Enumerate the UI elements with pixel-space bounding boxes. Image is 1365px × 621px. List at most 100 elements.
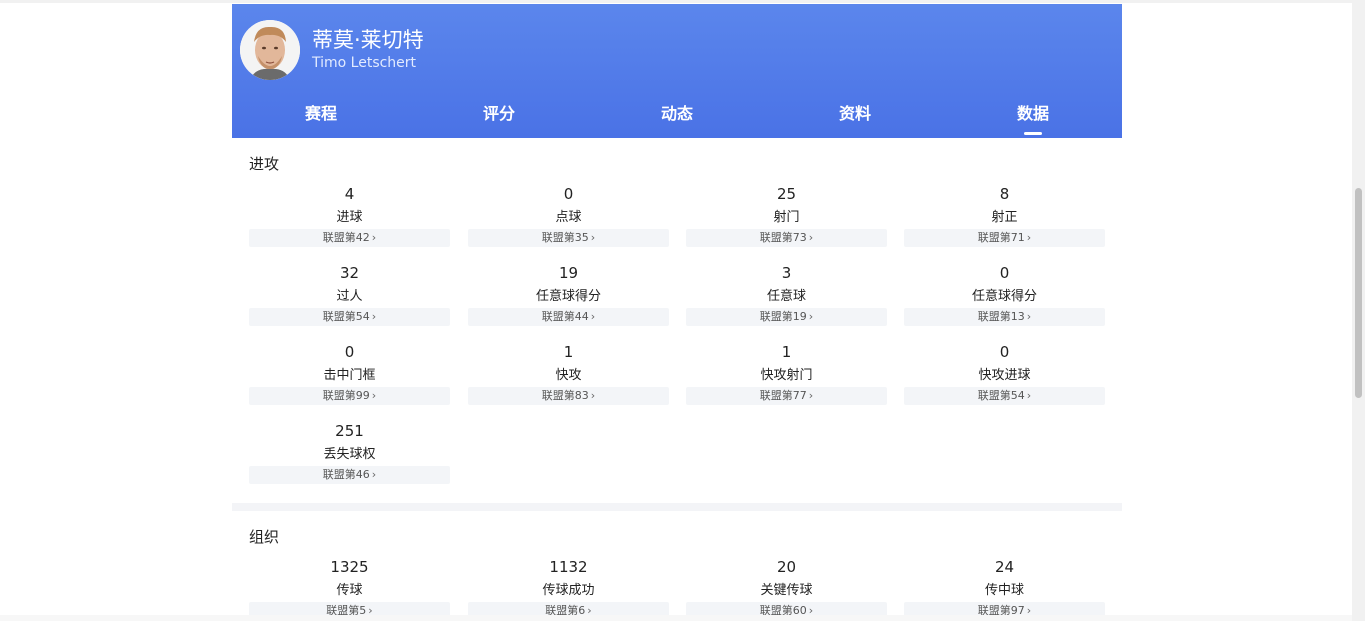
stat-value: 4 [344, 185, 355, 203]
chevron-right-icon: › [590, 389, 596, 402]
stat-value: 20 [776, 558, 797, 576]
vertical-scrollbar[interactable] [1352, 0, 1365, 621]
player-avatar [240, 20, 300, 80]
chevron-right-icon: › [590, 231, 596, 244]
chevron-right-icon: › [1026, 231, 1032, 244]
stat-label: 传球 [336, 583, 363, 598]
stat-label: 击中门框 [323, 368, 376, 383]
chevron-right-icon: › [371, 231, 377, 244]
stat-rank-link[interactable]: 联盟第83 › [468, 387, 669, 405]
tab-schedule[interactable]: 赛程 [232, 94, 410, 138]
stat-label: 任意球得分 [535, 289, 601, 304]
stat-card: 1132 传球成功 联盟第6 › [468, 558, 669, 621]
stat-label: 关键传球 [760, 583, 813, 598]
active-tab-indicator [1024, 132, 1042, 135]
chevron-right-icon: › [808, 389, 814, 402]
stat-rank-link[interactable]: 联盟第42 › [249, 229, 450, 247]
stat-rank: 联盟第83 [541, 389, 589, 402]
stat-card: 251 丢失球权 联盟第46 › [249, 422, 450, 501]
stat-card: 25 射门 联盟第73 › [686, 185, 887, 264]
stat-value: 8 [999, 185, 1010, 203]
stat-card: 1325 传球 联盟第5 › [249, 558, 450, 621]
stat-card: 19 任意球得分 联盟第44 › [468, 264, 669, 343]
stat-rank: 联盟第19 [759, 310, 807, 323]
stat-rank: 联盟第54 [977, 389, 1025, 402]
stat-card: 0 快攻进球 联盟第54 › [904, 343, 1105, 422]
stat-label: 任意球得分 [971, 289, 1037, 304]
tab-news[interactable]: 动态 [588, 94, 766, 138]
stat-value: 1 [563, 343, 574, 361]
stat-rank-link[interactable]: 联盟第54 › [904, 387, 1105, 405]
tab-rating[interactable]: 评分 [410, 94, 588, 138]
stat-rank: 联盟第99 [322, 389, 370, 402]
stat-card: 20 关键传球 联盟第60 › [686, 558, 887, 621]
stat-card: 8 射正 联盟第71 › [904, 185, 1105, 264]
stat-label: 射门 [773, 210, 800, 225]
stat-value: 0 [344, 343, 355, 361]
stat-label: 快攻进球 [978, 368, 1031, 383]
section-title-attack: 进攻 [249, 155, 280, 173]
stat-label: 传球成功 [542, 583, 595, 598]
stat-value: 0 [999, 264, 1010, 282]
player-name-cn: 蒂莫·莱切特 [312, 28, 424, 52]
tab-label: 评分 [482, 104, 515, 123]
player-page: 蒂莫·莱切特 Timo Letschert 赛程 评分 动态 资料 数据 进攻 … [232, 4, 1122, 621]
stat-rank-link[interactable]: 联盟第35 › [468, 229, 669, 247]
stat-rank-link[interactable]: 联盟第73 › [686, 229, 887, 247]
stat-rank-link[interactable]: 联盟第77 › [686, 387, 887, 405]
tab-data[interactable]: 数据 [944, 94, 1122, 138]
stat-card: 1 快攻 联盟第83 › [468, 343, 669, 422]
scrollbar-thumb[interactable] [1355, 188, 1362, 398]
stat-label: 丢失球权 [323, 447, 376, 462]
stat-label: 传中球 [984, 583, 1024, 598]
chevron-right-icon: › [1026, 389, 1032, 402]
tab-label: 数据 [1016, 104, 1049, 123]
chevron-right-icon: › [371, 310, 377, 323]
stats-grid-organize: 1325 传球 联盟第5 › 1132 传球成功 联盟第6 › 20 关键传球 联盟… [249, 558, 1105, 621]
stat-card: 1 快攻射门 联盟第77 › [686, 343, 887, 422]
chevron-right-icon: › [371, 468, 377, 481]
stat-rank: 联盟第35 [541, 231, 589, 244]
player-header: 蒂莫·莱切特 Timo Letschert 赛程 评分 动态 资料 数据 [232, 4, 1122, 138]
stat-label: 任意球 [766, 289, 806, 304]
stat-value: 25 [776, 185, 797, 203]
stat-rank-link[interactable]: 联盟第44 › [468, 308, 669, 326]
stat-value: 1132 [549, 558, 588, 576]
top-border [0, 0, 1352, 3]
bottom-status-strip [0, 615, 1352, 621]
stats-grid-attack: 4 进球 联盟第42 › 0 点球 联盟第35 › 25 射门 联盟第73 › 8 射… [249, 185, 1105, 505]
stat-card: 0 任意球得分 联盟第13 › [904, 264, 1105, 343]
stat-card: 4 进球 联盟第42 › [249, 185, 450, 264]
section-title-organize: 组织 [249, 528, 280, 546]
stat-card: 0 点球 联盟第35 › [468, 185, 669, 264]
stat-rank-link[interactable]: 联盟第13 › [904, 308, 1105, 326]
stat-card: 32 过人 联盟第54 › [249, 264, 450, 343]
stat-card: 3 任意球 联盟第19 › [686, 264, 887, 343]
stat-rank-link[interactable]: 联盟第19 › [686, 308, 887, 326]
stat-value: 0 [999, 343, 1010, 361]
stat-value: 0 [563, 185, 574, 203]
stat-rank: 联盟第13 [977, 310, 1025, 323]
stat-card: 0 击中门框 联盟第99 › [249, 343, 450, 422]
stat-rank: 联盟第46 [322, 468, 370, 481]
stat-rank-link[interactable]: 联盟第71 › [904, 229, 1105, 247]
stat-value: 1 [781, 343, 792, 361]
stat-value: 1325 [330, 558, 369, 576]
stat-label: 点球 [555, 210, 582, 225]
stat-value: 24 [994, 558, 1015, 576]
stat-label: 过人 [336, 289, 363, 304]
stat-label: 快攻 [555, 368, 582, 383]
stat-rank: 联盟第42 [322, 231, 370, 244]
chevron-right-icon: › [371, 389, 377, 402]
stat-rank-link[interactable]: 联盟第46 › [249, 466, 450, 484]
stat-rank: 联盟第73 [759, 231, 807, 244]
tab-label: 资料 [838, 104, 871, 123]
stat-value: 32 [339, 264, 360, 282]
stat-label: 快攻射门 [760, 368, 813, 383]
tab-profile[interactable]: 资料 [766, 94, 944, 138]
stat-value: 19 [558, 264, 579, 282]
stat-rank-link[interactable]: 联盟第99 › [249, 387, 450, 405]
stat-rank: 联盟第77 [759, 389, 807, 402]
stat-rank-link[interactable]: 联盟第54 › [249, 308, 450, 326]
stat-value: 251 [335, 422, 364, 440]
